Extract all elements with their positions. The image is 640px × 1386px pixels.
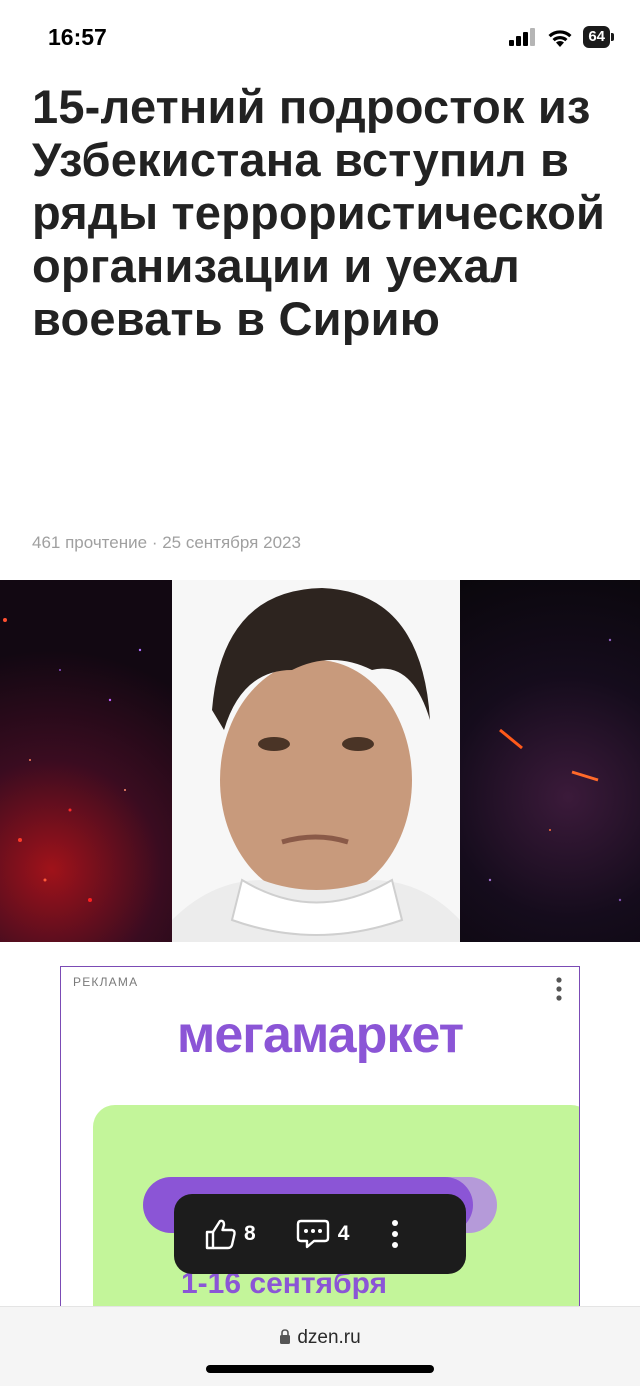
comment-count: 4: [337, 1222, 350, 1245]
more-actions-button[interactable]: [391, 1219, 399, 1249]
home-indicator[interactable]: [206, 1365, 434, 1373]
status-bar: 16:57 64: [0, 0, 640, 78]
cellular-signal-icon: [509, 28, 536, 46]
wifi-icon: [548, 29, 572, 47]
sparks-decoration: [3, 618, 142, 902]
portrait-illustration: [172, 588, 460, 942]
more-vertical-icon[interactable]: [555, 977, 563, 1001]
ad-label: РЕКЛАМА: [73, 975, 139, 989]
like-button[interactable]: 8: [204, 1218, 256, 1250]
browser-bottom-bar: dzen.ru: [0, 1306, 640, 1386]
hero-left-background: [0, 580, 172, 942]
address-bar[interactable]: dzen.ru: [0, 1327, 640, 1349]
comment-icon: [296, 1219, 329, 1249]
more-vertical-icon: [392, 1220, 399, 1248]
comments-button[interactable]: 4: [296, 1218, 350, 1250]
ad-brand-logo: мегамаркет: [176, 1006, 464, 1064]
article-hero-image[interactable]: [0, 580, 640, 942]
like-count: 8: [244, 1222, 256, 1245]
lock-icon: [280, 1329, 291, 1344]
hero-right-background: [460, 580, 640, 942]
status-time: 16:57: [48, 24, 107, 50]
article-title: 15-летний подросток из Узбекистана вступ…: [32, 80, 606, 345]
portrait-photo: [172, 580, 460, 942]
floating-action-bar: 8 4: [174, 1194, 466, 1274]
sparks-decoration: [488, 638, 622, 902]
url-text: dzen.ru: [297, 1327, 361, 1348]
article-meta: 461 прочтение · 25 сентября 2023: [32, 533, 301, 553]
read-count: 461 прочтение: [32, 533, 148, 552]
meta-separator: ·: [151, 533, 158, 552]
battery-indicator: 64: [583, 26, 614, 48]
status-icons: 64: [509, 26, 614, 48]
publish-date: 25 сентября 2023: [162, 533, 301, 552]
thumbs-up-icon: [205, 1219, 236, 1250]
